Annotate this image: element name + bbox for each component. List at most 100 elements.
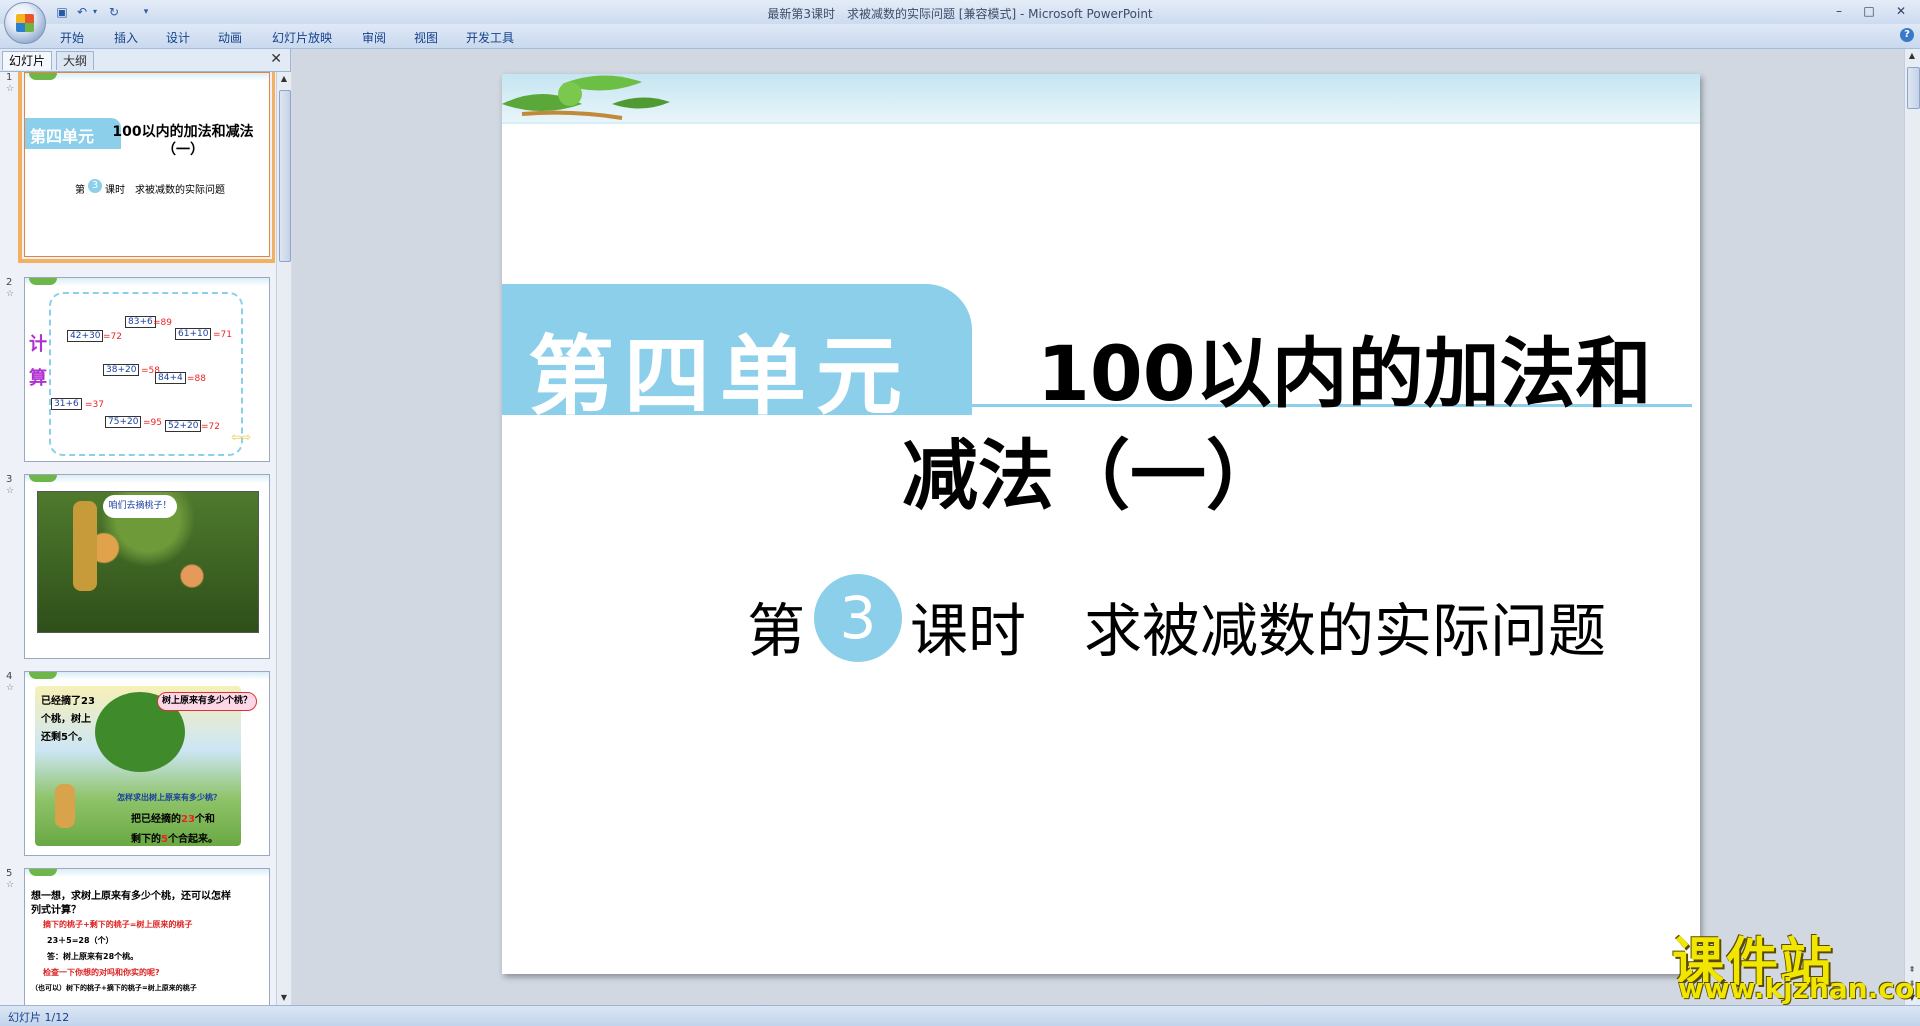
ribbon-tab-bar: 开始 插入 设计 动画 幻灯片放映 审阅 视图 开发工具 ?: [0, 24, 1920, 49]
lesson-number-circle: 3: [814, 574, 902, 662]
hint-number: 5: [161, 834, 168, 845]
close-pane-icon[interactable]: ✕: [270, 51, 282, 67]
tab-outline[interactable]: 大纲: [56, 51, 95, 70]
calc-card: 75+20: [105, 416, 142, 428]
leaf-icon: [29, 278, 57, 285]
leaf-decoration-icon: [502, 75, 670, 120]
calc-card: 38+20: [103, 364, 140, 376]
tab-slideshow[interactable]: 幻灯片放映: [272, 29, 332, 46]
thumb-header: [25, 73, 269, 81]
slide-thumbnail-4[interactable]: 已经摘了23 个桃，树上 还剩5个。 树上原来有多少个桃？ 怎样求出树上原来有多…: [24, 671, 270, 856]
status-bar: 幻灯片 1/12: [0, 1005, 1920, 1026]
lesson-subtitle: 课时 求被减数的实际问题: [910, 597, 1607, 665]
tab-home[interactable]: 开始: [60, 29, 84, 46]
tab-view[interactable]: 视图: [414, 29, 438, 46]
transition-icon: ☆: [6, 486, 15, 496]
calc-card: 31+6: [51, 398, 82, 410]
calc-label-2: 算: [29, 368, 47, 389]
story-text-2: 个桃，树上: [41, 714, 91, 725]
thumb-title: 100以内的加法和减法（一）: [112, 124, 254, 158]
calc-answer: =71: [213, 330, 232, 340]
thumb-number: 4: [6, 671, 13, 682]
slide-thumbnail-3[interactable]: 咱们去摘桃子！: [24, 474, 270, 659]
slide5-line3: 摘下的桃子+剩下的桃子=树上原来的桃子: [43, 920, 193, 929]
scrollbar-thumb[interactable]: [279, 90, 291, 262]
slide5-line7: （也可以）树下的桃子+摘下的桃子=树上原来的桃子: [31, 984, 197, 992]
thumb-number: 5: [6, 868, 13, 879]
calc-card: 61+10: [175, 328, 212, 340]
story-text-1: 已经摘了23: [41, 696, 95, 707]
calc-card: 42+30: [67, 330, 104, 342]
thumb-header: [25, 475, 269, 483]
slide-scrollbar[interactable]: ▲ ⇞ ⇟ ▼: [1904, 49, 1920, 1005]
pane-tabs: 幻灯片 大纲 ✕: [0, 49, 290, 72]
slide-header-band: [502, 74, 1700, 122]
monkey-figure: [55, 784, 75, 828]
tab-animations[interactable]: 动画: [218, 29, 242, 46]
hint-number: 23: [181, 814, 195, 825]
question-text: 怎样求出树上原来有多少桃？: [117, 793, 221, 802]
slide5-line5: 答：树上原来有28个桃。: [47, 952, 139, 961]
slide-title-line2: 减法（一）: [902, 431, 1282, 520]
tab-slides[interactable]: 幻灯片: [2, 51, 53, 70]
slide-counter: 幻灯片 1/12: [8, 1011, 70, 1024]
leaf-icon: [29, 475, 57, 482]
story-text-3: 还剩5个。: [41, 732, 88, 743]
thumb-unit-label: 第四单元: [30, 127, 95, 146]
slide-thumbnail-1[interactable]: 第四单元 100以内的加法和减法（一） 第 3 课时 求被减数的实际问题: [18, 72, 275, 263]
slide5-line1: 想一想，求树上原来有多少个桃，还可以怎样: [31, 891, 231, 902]
slide5-line4: 23＋5=28（个）: [47, 936, 114, 945]
calc-answer: =95: [143, 418, 162, 428]
calc-answer: =88: [187, 374, 206, 384]
arrow-icons: ⇦⇨: [231, 430, 252, 444]
thumb-header: [25, 278, 269, 286]
monkey-figure: [73, 501, 97, 591]
thumb-number: 1: [6, 72, 13, 83]
transition-icon: ☆: [6, 880, 15, 890]
calc-card: 84+4: [155, 372, 186, 384]
leaf-icon: [29, 73, 57, 80]
scroll-up-icon[interactable]: ▲: [1906, 49, 1918, 63]
tab-design[interactable]: 设计: [166, 29, 190, 46]
slide-header-line: [502, 122, 1700, 124]
slide5-line2: 列式计算？: [31, 905, 81, 916]
tab-developer[interactable]: 开发工具: [466, 29, 514, 46]
watermark-url: www.kjzhan.com: [1678, 972, 1920, 1005]
hint-text: 个合起来。: [167, 834, 218, 845]
scrollbar-thumb[interactable]: [1907, 67, 1920, 109]
thumb-lesson-rest: 课时 求被减数的实际问题: [105, 185, 225, 196]
scroll-up-icon[interactable]: ▲: [278, 72, 290, 86]
calc-card: 52+20: [165, 420, 202, 432]
thumb-number: 3: [6, 474, 13, 485]
tab-insert[interactable]: 插入: [114, 29, 138, 46]
thumb-header: [25, 869, 269, 877]
hint-text: 把已经摘的: [131, 814, 181, 825]
thumb-header: [25, 672, 269, 680]
tab-review[interactable]: 审阅: [362, 29, 386, 46]
calc-answer: =72: [103, 332, 122, 342]
leaf-icon: [29, 869, 57, 876]
transition-icon: ☆: [6, 683, 15, 693]
speech-bubble: 咱们去摘桃子！: [103, 495, 177, 518]
close-button[interactable]: ✕: [1888, 2, 1914, 20]
calc-answer: =89: [153, 318, 172, 328]
help-icon[interactable]: ?: [1900, 28, 1914, 42]
slide-canvas[interactable]: 第四单元 100以内的加法和 减法（一） 第 3 课时 求被减数的实际问题: [502, 74, 1700, 974]
calc-answer: =37: [85, 400, 104, 410]
slide-thumbnail-2[interactable]: 计 算 42+30 =72 83+6 =89 61+10 =71 38+20 =…: [24, 277, 270, 462]
hint-text: 个和: [194, 814, 215, 825]
thumbnail-list: 1 ☆ 第四单元 100以内的加法和减法（一） 第 3 课时 求被减数的实际问题…: [0, 72, 275, 1005]
scroll-down-icon[interactable]: ▼: [278, 991, 290, 1005]
maximize-button[interactable]: □: [1856, 2, 1882, 20]
title-bar: ▣ ↶ ▾ ↻ ▾ 最新第3课时 求被减数的实际问题 [兼容模式] - Micr…: [0, 0, 1920, 44]
slide-thumbnail-5[interactable]: 想一想，求树上原来有多少个桃，还可以怎样 列式计算？ 摘下的桃子+剩下的桃子=树…: [24, 868, 270, 1005]
transition-icon: ☆: [6, 289, 15, 299]
thumbnail-scrollbar[interactable]: ▲ ▼: [276, 72, 291, 1005]
minimize-button[interactable]: –: [1826, 2, 1852, 20]
office-button[interactable]: [4, 2, 46, 44]
office-logo-icon: [16, 14, 34, 32]
window-title: 最新第3课时 求被减数的实际问题 [兼容模式] - Microsoft Powe…: [767, 7, 1153, 21]
question-bubble: 树上原来有多少个桃？: [157, 692, 257, 711]
slide5-line6: 检查一下你想的对吗和你实的呢?: [43, 968, 160, 977]
thumb-number: 2: [6, 277, 13, 288]
